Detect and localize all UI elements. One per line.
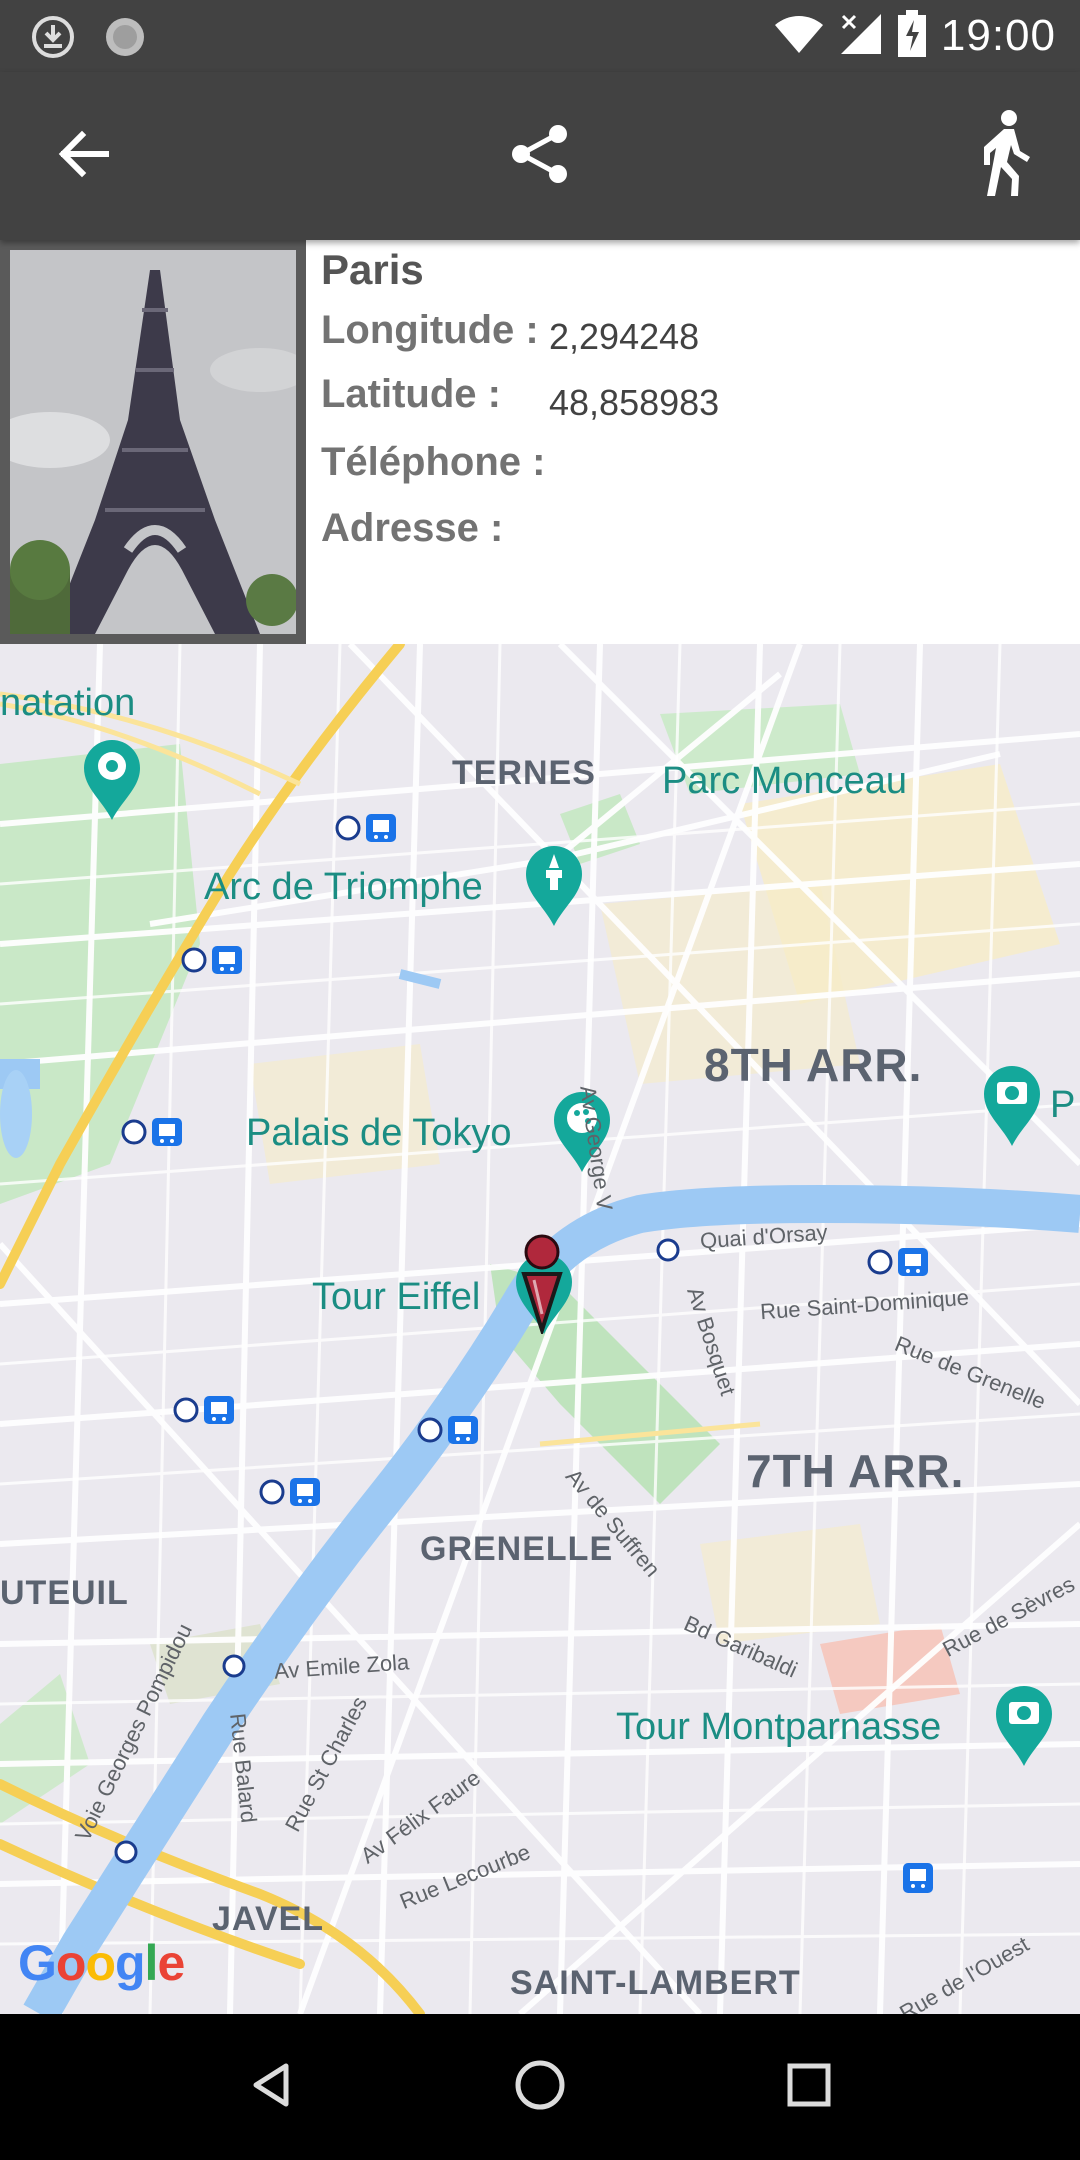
battery-charging-icon	[897, 10, 927, 62]
nav-back-button[interactable]	[236, 2052, 306, 2122]
address-label: Adresse :	[321, 506, 504, 550]
place-photo	[0, 240, 306, 644]
walking-directions-button[interactable]	[956, 106, 1056, 206]
district-label-javel: JAVEL	[212, 1900, 325, 1938]
share-icon	[508, 122, 572, 190]
longitude-label: Longitude :	[321, 308, 539, 352]
poi-label-tour-montparnasse[interactable]: Tour Montparnasse	[616, 1706, 941, 1749]
download-icon	[30, 14, 76, 64]
nav-home-icon	[513, 2058, 567, 2116]
wifi-icon	[773, 13, 825, 59]
status-bar: 19:00	[0, 0, 1080, 72]
map-view[interactable]: natation Arc de Triomphe Parc Monceau Pa…	[0, 644, 1080, 2014]
district-label-7th-arr: 7TH ARR.	[746, 1445, 965, 1497]
status-time: 19:00	[940, 11, 1056, 60]
latitude-label: Latitude :	[321, 372, 501, 416]
back-button[interactable]	[34, 106, 134, 206]
signal-icon	[839, 12, 883, 60]
poi-label-tour-eiffel[interactable]: Tour Eiffel	[312, 1276, 480, 1319]
poi-label-parc-monceau[interactable]: Parc Monceau	[662, 760, 907, 803]
action-bar	[0, 72, 1080, 240]
district-label-ternes: TERNES	[452, 754, 596, 792]
pedestrian-icon	[976, 109, 1036, 203]
district-label-saint-lambert: SAINT-LAMBERT	[510, 1964, 801, 2002]
longitude-value: 2,294248	[549, 316, 700, 357]
district-label-grenelle: GRENELLE	[420, 1530, 614, 1568]
place-name: Paris	[321, 246, 424, 293]
share-button[interactable]	[490, 106, 590, 206]
place-info-panel: Paris Longitude : 2,294248 Latitude : 48…	[0, 240, 1080, 644]
latitude-value: 48,858983	[549, 382, 720, 423]
telephone-label: Téléphone :	[321, 440, 546, 484]
google-logo: Google	[18, 1935, 185, 1991]
sync-icon	[102, 14, 148, 64]
back-arrow-icon	[54, 124, 114, 188]
navigation-bar	[0, 2014, 1080, 2160]
district-label-8th-arr: 8TH ARR.	[704, 1039, 923, 1091]
poi-label-acclimatation[interactable]: natation	[0, 682, 135, 725]
poi-label-partial[interactable]: P	[1050, 1084, 1075, 1127]
poi-label-arc-de-triomphe[interactable]: Arc de Triomphe	[204, 866, 483, 909]
nav-recents-button[interactable]	[774, 2052, 844, 2122]
poi-label-palais-de-tokyo[interactable]: Palais de Tokyo	[246, 1112, 511, 1155]
nav-back-icon	[246, 2060, 296, 2114]
nav-recents-icon	[784, 2060, 834, 2114]
district-label-auteuil: UTEUIL	[0, 1574, 129, 1612]
nav-home-button[interactable]	[505, 2052, 575, 2122]
